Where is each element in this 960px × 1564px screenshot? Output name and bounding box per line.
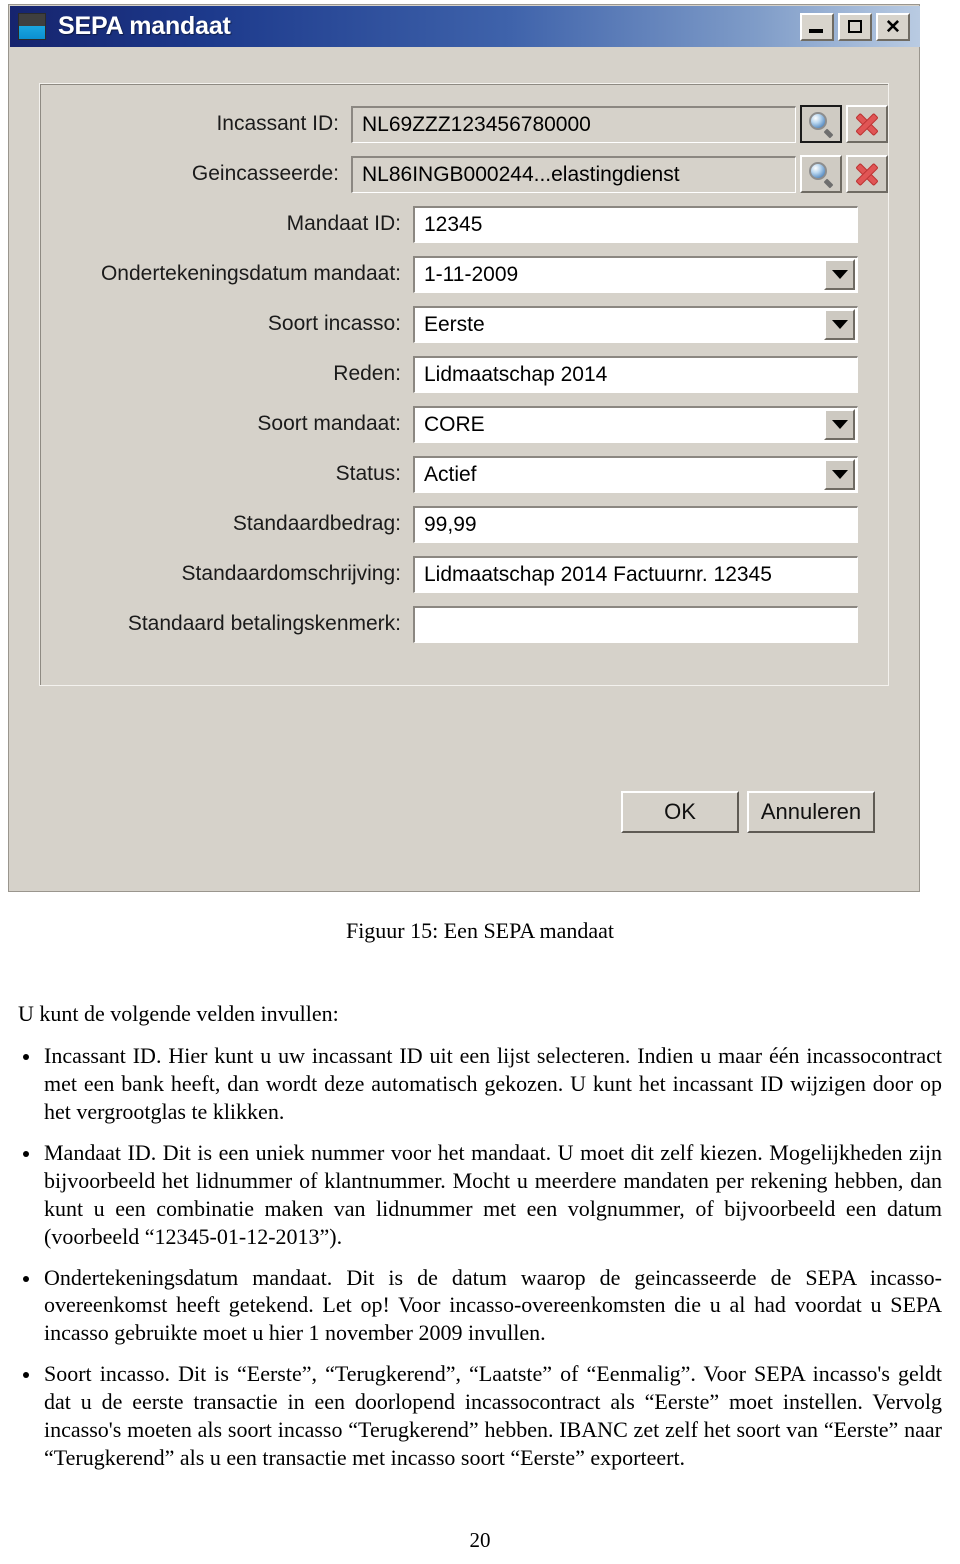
label-mandaat-id: Mandaat ID: — [286, 212, 401, 235]
form-row-reden: Reden: Lidmaatschap 2014 — [40, 349, 888, 399]
status-dropdown-button[interactable] — [824, 458, 855, 490]
list-item: Incassant ID. Hier kunt u uw incassant I… — [18, 1042, 942, 1126]
label-standaardbedrag: Standaardbedrag: — [232, 512, 401, 535]
label-soort-mandaat: Soort mandaat: — [257, 412, 401, 435]
search-icon — [809, 112, 834, 139]
cancel-button[interactable]: Annuleren — [747, 791, 875, 833]
sepa-mandaat-dialog: SEPA mandaat ✕ Incassant ID: NL69ZZZ1234… — [8, 4, 920, 892]
list-item: Mandaat ID. Dit is een uniek nummer voor… — [18, 1139, 942, 1251]
window-controls: ✕ — [800, 13, 910, 41]
input-standaardomschrijving[interactable]: Lidmaatschap 2014 Factuurnr. 12345 — [413, 555, 858, 593]
soort-incasso-dropdown-button[interactable] — [824, 308, 855, 340]
window-titlebar: SEPA mandaat ✕ — [10, 6, 920, 47]
form-row-standaardomschrijving: Standaardomschrijving: Lidmaatschap 2014… — [40, 549, 888, 599]
search-geincasseerde-button[interactable] — [800, 155, 842, 193]
form-row-standaardbedrag: Standaardbedrag: 99,99 — [40, 499, 888, 549]
figure-caption: Figuur 15: Een SEPA mandaat — [345, 918, 615, 943]
app-icon — [18, 13, 46, 40]
form-row-soort-mandaat: Soort mandaat: CORE — [40, 399, 888, 449]
search-icon — [809, 162, 834, 189]
window-title: SEPA mandaat — [58, 12, 231, 40]
label-betalingskenmerk: Standaard betalingskenmerk: — [127, 612, 401, 635]
input-status[interactable]: Actief — [413, 455, 858, 493]
input-betalingskenmerk[interactable] — [413, 605, 858, 643]
form-row-soort-incasso: Soort incasso: Eerste — [40, 299, 888, 349]
input-incassant-id[interactable]: NL69ZZZ123456780000 — [351, 105, 796, 143]
input-ondertekeningsdatum[interactable]: 1-11-2009 — [413, 255, 858, 293]
close-icon: ✕ — [885, 16, 901, 38]
label-ondertekeningsdatum: Ondertekeningsdatum mandaat: — [100, 262, 401, 285]
label-geincasseerde: Geincasseerde: — [191, 162, 339, 185]
form-row-incassant-id: Incassant ID: NL69ZZZ123456780000 — [40, 99, 888, 149]
clear-geincasseerde-button[interactable] — [846, 155, 888, 193]
label-status: Status: — [335, 462, 401, 485]
field-description-list: Incassant ID. Hier kunt u uw incassant I… — [18, 1042, 942, 1472]
dialog-button-bar: OK Annuleren — [621, 791, 875, 833]
chevron-down-icon — [831, 319, 848, 329]
input-geincasseerde[interactable]: NL86INGB000244...elastingdienst — [351, 155, 796, 193]
input-soort-mandaat[interactable]: CORE — [413, 405, 858, 443]
form-row-betalingskenmerk: Standaard betalingskenmerk: — [40, 599, 888, 649]
label-incassant-id: Incassant ID: — [216, 112, 339, 135]
form-panel: Incassant ID: NL69ZZZ123456780000 Geinca… — [39, 83, 889, 686]
form-row-ondertekeningsdatum: Ondertekeningsdatum mandaat: 1-11-2009 — [40, 249, 888, 299]
input-soort-incasso[interactable]: Eerste — [413, 305, 858, 343]
form-row-geincasseerde: Geincasseerde: NL86INGB000244...elasting… — [40, 149, 888, 199]
document-body: U kunt de volgende velden invullen: Inca… — [18, 1000, 942, 1485]
input-mandaat-id[interactable]: 12345 — [413, 205, 858, 243]
clear-icon — [854, 111, 880, 137]
soort-mandaat-dropdown-button[interactable] — [824, 408, 855, 440]
close-button[interactable]: ✕ — [876, 13, 910, 41]
search-incassant-id-button[interactable] — [800, 105, 842, 143]
ondertekeningsdatum-dropdown-button[interactable] — [824, 258, 855, 290]
intro-paragraph: U kunt de volgende velden invullen: — [18, 1001, 339, 1026]
label-standaardomschrijving: Standaardomschrijving: — [181, 562, 401, 585]
minimize-button[interactable] — [800, 13, 834, 41]
clear-incassant-id-button[interactable] — [846, 105, 888, 143]
form-row-status: Status: Actief — [40, 449, 888, 499]
page-number: 20 — [469, 1528, 491, 1552]
input-standaardbedrag[interactable]: 99,99 — [413, 505, 858, 543]
maximize-icon — [848, 20, 862, 33]
clear-icon — [854, 161, 880, 187]
list-item: Soort incasso. Dit is “Eerste”, “Terugke… — [18, 1360, 942, 1472]
chevron-down-icon — [831, 419, 848, 429]
label-soort-incasso: Soort incasso: — [267, 312, 401, 335]
chevron-down-icon — [831, 269, 848, 279]
chevron-down-icon — [831, 469, 848, 479]
form-rows: Incassant ID: NL69ZZZ123456780000 Geinca… — [40, 99, 888, 649]
maximize-button[interactable] — [838, 13, 872, 41]
ok-button[interactable]: OK — [621, 791, 739, 833]
list-item: Ondertekeningsdatum mandaat. Dit is de d… — [18, 1264, 942, 1348]
minimize-icon — [809, 29, 823, 33]
input-reden[interactable]: Lidmaatschap 2014 — [413, 355, 858, 393]
form-row-mandaat-id: Mandaat ID: 12345 — [40, 199, 888, 249]
label-reden: Reden: — [333, 362, 401, 385]
